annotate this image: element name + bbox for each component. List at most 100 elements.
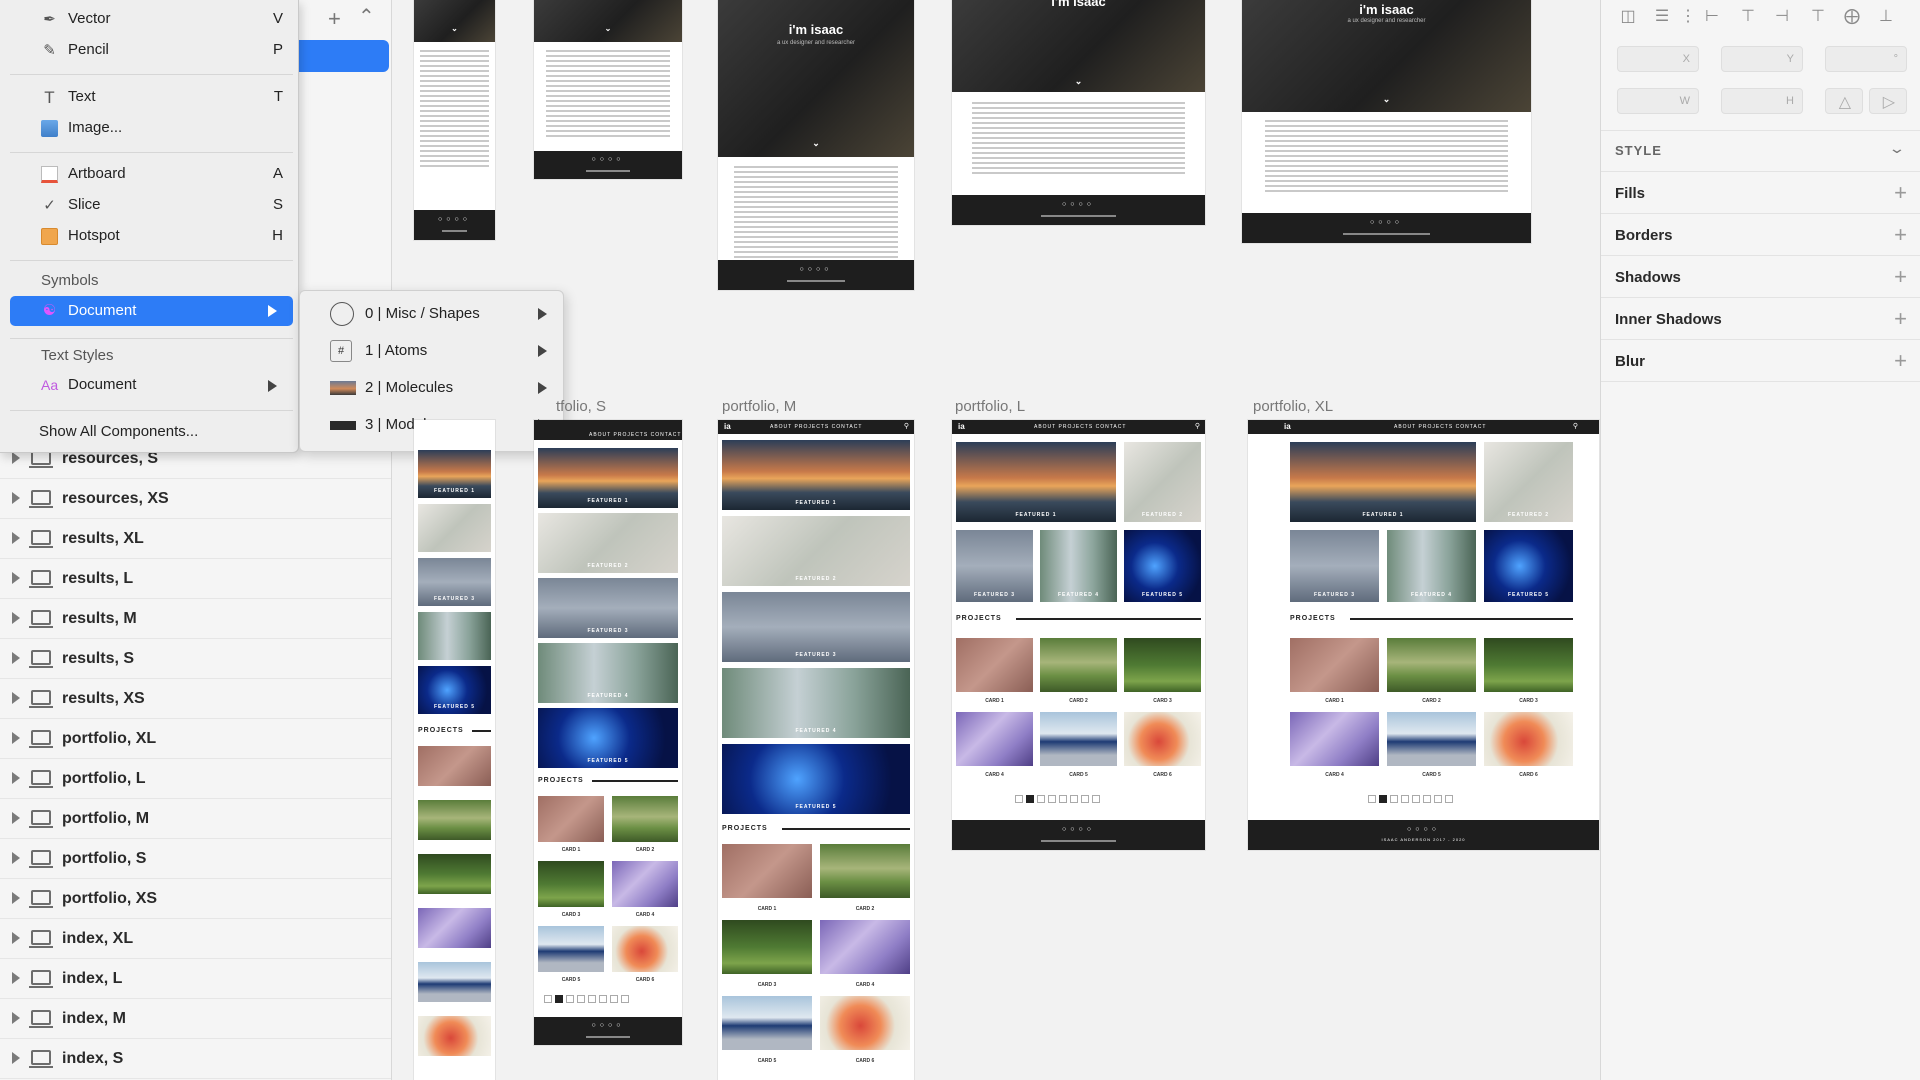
card-image[interactable] (820, 996, 910, 1050)
artboard-portfolio-xl[interactable]: ia ABOUT PROJECTS CONTACT ⚲ FEATURED 1 FEA… (1248, 420, 1599, 850)
disclosure-triangle-icon[interactable] (12, 452, 20, 464)
add-shadow-icon[interactable]: + (1894, 264, 1907, 290)
layer-row[interactable]: results, XS (0, 680, 391, 719)
menu-item-artboard[interactable]: Artboard A (10, 160, 293, 188)
add-fill-icon[interactable]: + (1894, 180, 1907, 206)
height-field[interactable]: H (1721, 88, 1803, 114)
card-image[interactable] (722, 920, 812, 974)
menu-item-pencil[interactable]: ✎ Pencil P (10, 36, 293, 64)
shadows-section[interactable]: Shadows + (1601, 256, 1920, 298)
artboard-icon (29, 690, 53, 708)
artboard-portfolio-xs[interactable]: FEATURED 1 FEATURED 3 FEATURED 5 PROJECT… (414, 420, 495, 1080)
fills-section[interactable]: Fills + (1601, 172, 1920, 214)
layer-row[interactable]: results, L (0, 560, 391, 599)
disclosure-triangle-icon[interactable] (12, 932, 20, 944)
align-left-icon[interactable]: ◫ (1617, 6, 1639, 26)
add-inner-shadow-icon[interactable]: + (1894, 306, 1907, 332)
menu-item-slice[interactable]: ✓ Slice S (10, 191, 293, 219)
artboard-portfolio-s[interactable]: ABOUT PROJECTS CONTACT FEATURED 1 FEATUR… (534, 420, 682, 1045)
artboard-label-portfolio-s[interactable]: tfolio, S (556, 398, 606, 415)
artboard-top-m[interactable]: i'm isaac a ux designer and researcher ⌄… (718, 0, 914, 290)
layer-row[interactable]: results, S (0, 640, 391, 679)
disclosure-triangle-icon[interactable] (12, 852, 20, 864)
y-field[interactable]: Y (1721, 46, 1803, 72)
add-border-icon[interactable]: + (1894, 222, 1907, 248)
layer-row[interactable]: index, S (0, 1040, 391, 1079)
artboard-top-l[interactable]: i'm isaac ⌄ ○○○○ (952, 0, 1205, 225)
card-image[interactable] (820, 844, 910, 898)
align-left-edge-icon[interactable]: ⊢ (1701, 6, 1723, 26)
layer-row[interactable]: portfolio, M (0, 800, 391, 839)
more-icon[interactable]: ⋮ (1677, 6, 1699, 26)
layer-row[interactable]: resources, XS (0, 480, 391, 519)
x-field[interactable]: X (1617, 46, 1699, 72)
artboard-label-portfolio-l[interactable]: portfolio, L (955, 398, 1025, 415)
flip-horizontal-button[interactable]: △ (1825, 88, 1863, 114)
add-icon[interactable]: + (328, 6, 341, 32)
flip-vertical-button[interactable]: ▷ (1869, 88, 1907, 114)
disclosure-triangle-icon[interactable] (12, 812, 20, 824)
disclosure-triangle-icon[interactable] (12, 772, 20, 784)
align-top-icon[interactable]: ⊤ (1807, 6, 1829, 26)
artboard-label-portfolio-xl[interactable]: portfolio, XL (1253, 398, 1333, 415)
artboard-top-s[interactable]: ⌄ ○○○○ (534, 0, 682, 179)
disclosure-triangle-icon[interactable] (12, 692, 20, 704)
featured-caption: FEATURED 4 (795, 728, 837, 734)
layer-row[interactable]: results, M (0, 600, 391, 639)
blur-section[interactable]: Blur + (1601, 340, 1920, 382)
menu-item-vector[interactable]: ✒ Vector V (10, 5, 293, 33)
artboard-label-portfolio-m[interactable]: portfolio, M (722, 398, 796, 415)
layer-row[interactable]: index, XL (0, 920, 391, 959)
featured-image[interactable]: FEATURED 4 (722, 668, 910, 738)
layer-row[interactable]: index, L (0, 960, 391, 999)
layer-row[interactable]: results, XL (0, 520, 391, 559)
menu-item-text-styles-document[interactable]: Aa Document (10, 371, 293, 399)
featured-image[interactable]: FEATURED 3 (722, 592, 910, 662)
disclosure-triangle-icon[interactable] (12, 652, 20, 664)
menu-item-show-all-components[interactable]: Show All Components... (10, 418, 293, 446)
artboard-top-xl[interactable]: i'm isaac a ux designer and researcher ⌄… (1242, 0, 1531, 243)
pagination[interactable] (544, 995, 629, 1003)
disclosure-triangle-icon[interactable] (12, 492, 20, 504)
layer-row[interactable]: portfolio, XS (0, 880, 391, 919)
borders-section[interactable]: Borders + (1601, 214, 1920, 256)
rotation-field[interactable]: ° (1825, 46, 1907, 72)
featured-image[interactable]: FEATURED 5 (722, 744, 910, 814)
disclosure-triangle-icon[interactable] (12, 972, 20, 984)
collapse-icon[interactable]: ⌃ (358, 4, 375, 29)
featured-image[interactable]: FEATURED 1 (722, 440, 910, 510)
align-right-edge-icon[interactable]: ⊣ (1771, 6, 1793, 26)
layer-row[interactable]: portfolio, L (0, 760, 391, 799)
layer-row[interactable]: portfolio, S (0, 840, 391, 879)
style-section-header[interactable]: STYLE ⌄ (1601, 130, 1920, 172)
artboard-portfolio-m[interactable]: ia ABOUT PROJECTS CONTACT ⚲ FEATURED 1 F… (718, 420, 914, 1080)
featured-image[interactable]: FEATURED 2 (722, 516, 910, 586)
artboard-top-xs[interactable]: ⌄ ○○○○ (414, 0, 495, 240)
align-middle-icon[interactable]: ⨁ (1841, 6, 1863, 26)
menu-item-text[interactable]: T Text T (10, 83, 293, 111)
add-blur-icon[interactable]: + (1894, 348, 1907, 374)
card-image[interactable] (722, 996, 812, 1050)
width-field[interactable]: W (1617, 88, 1699, 114)
inner-shadows-section[interactable]: Inner Shadows + (1601, 298, 1920, 340)
card-image[interactable] (820, 920, 910, 974)
disclosure-triangle-icon[interactable] (12, 892, 20, 904)
card-image[interactable] (722, 844, 812, 898)
text-icon: T (44, 88, 55, 107)
menu-item-symbols-document[interactable]: ☯ Document (10, 296, 293, 326)
menu-item-image[interactable]: Image... (10, 114, 293, 142)
disclosure-triangle-icon[interactable] (12, 1052, 20, 1064)
design-canvas[interactable]: ⌄ ○○○○ ⌄ ○○○○ i'm isaac a ux designer an… (392, 0, 1600, 1080)
disclosure-triangle-icon[interactable] (12, 732, 20, 744)
distribute-horizontal-icon[interactable]: ☰ (1651, 6, 1673, 26)
align-bottom-icon[interactable]: ⊥ (1875, 6, 1897, 26)
disclosure-triangle-icon[interactable] (12, 532, 20, 544)
disclosure-triangle-icon[interactable] (12, 612, 20, 624)
align-center-icon[interactable]: ⊤ (1737, 6, 1759, 26)
layer-row[interactable]: index, M (0, 1000, 391, 1039)
artboard-portfolio-l[interactable]: ia ABOUT PROJECTS CONTACT ⚲ FEATURED 1 FEA… (952, 420, 1205, 850)
disclosure-triangle-icon[interactable] (12, 1012, 20, 1024)
menu-item-hotspot[interactable]: Hotspot H (10, 222, 293, 250)
disclosure-triangle-icon[interactable] (12, 572, 20, 584)
layer-row[interactable]: portfolio, XL (0, 720, 391, 759)
